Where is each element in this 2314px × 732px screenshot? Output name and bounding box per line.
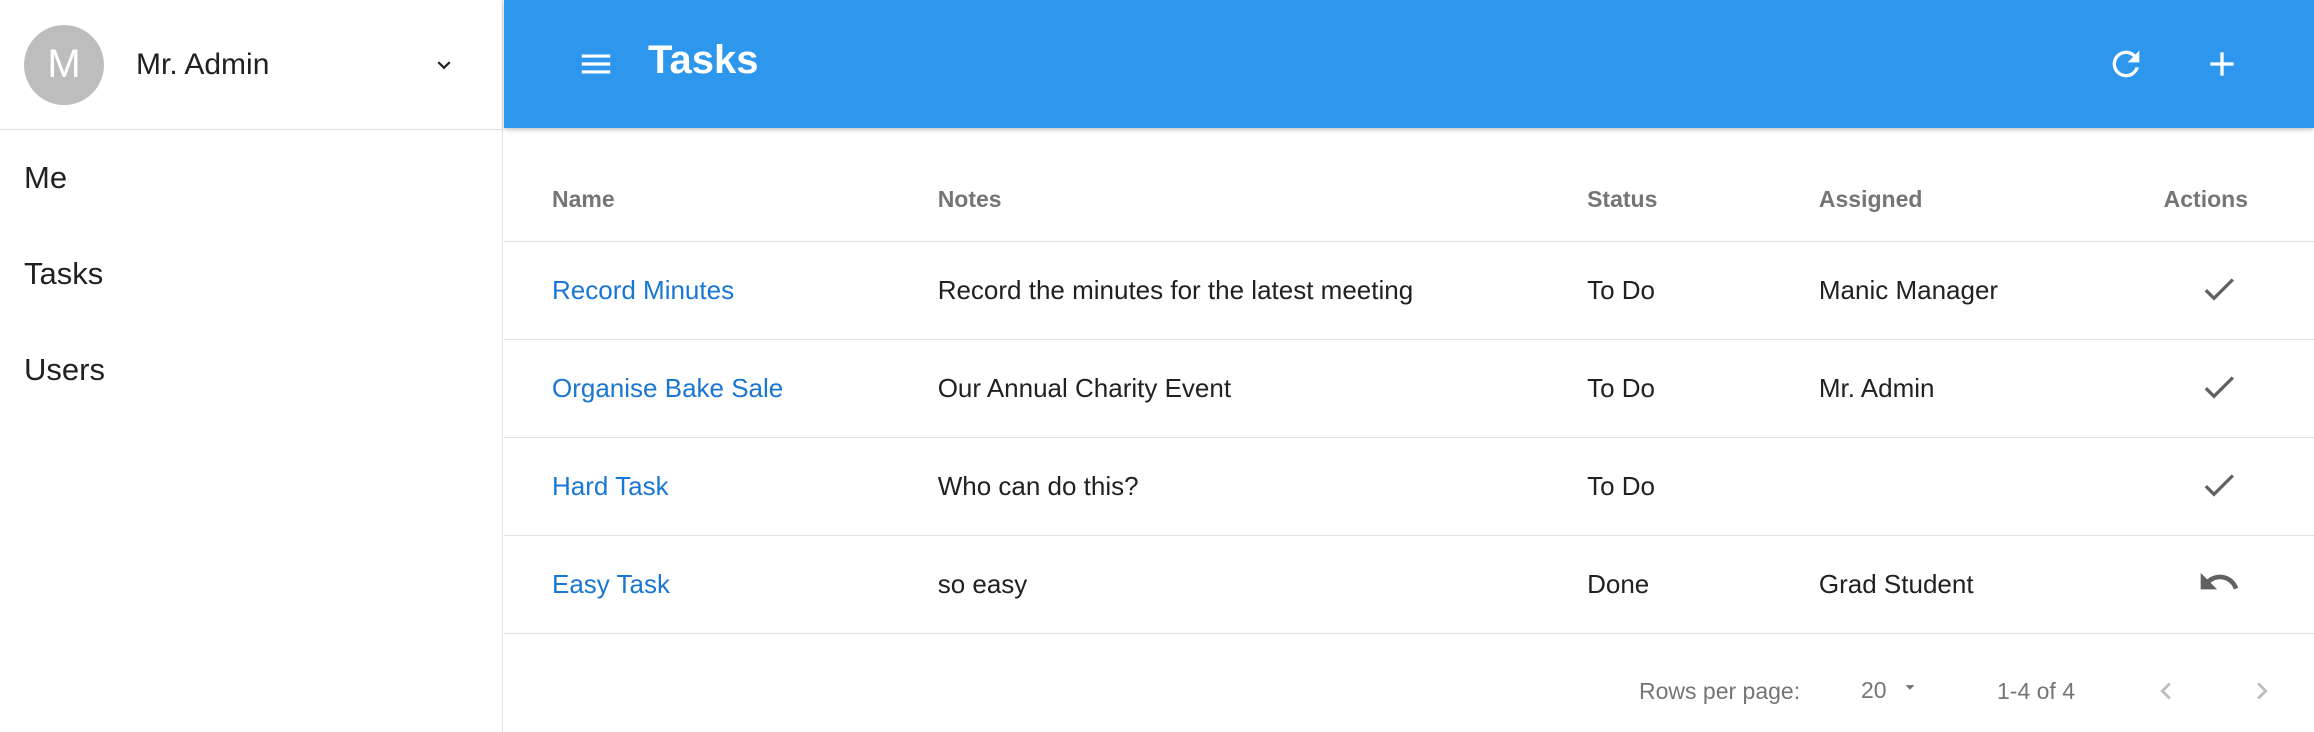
main-content: Tasks Name Notes Status Assigned Actions (504, 0, 2314, 732)
task-name-cell: Easy Task (504, 535, 938, 634)
menu-icon[interactable] (576, 44, 616, 84)
check-icon[interactable] (2195, 265, 2243, 313)
task-actions-cell (2163, 437, 2314, 536)
task-assigned-cell: Grad Student (1818, 535, 2164, 634)
task-name-link[interactable]: Hard Task (552, 471, 669, 501)
task-notes-cell: Who can do this? (937, 437, 1588, 536)
table-row: Hard Task Who can do this? To Do (504, 437, 2314, 536)
task-name-link[interactable]: Record Minutes (552, 275, 734, 305)
table-pagination: Rows per page: 20 1-4 of 4 (504, 633, 2314, 732)
task-actions-cell (2163, 339, 2314, 438)
task-name-link[interactable]: Easy Task (552, 569, 670, 599)
sidebar-item-users[interactable]: Users (0, 322, 502, 418)
task-name-cell: Record Minutes (504, 241, 938, 340)
app: M Mr. Admin Me Tasks Users Tasks Name No… (0, 0, 2314, 732)
task-status-cell: To Do (1587, 339, 1819, 438)
refresh-icon[interactable] (2102, 40, 2150, 88)
caret-down-icon (1899, 676, 1921, 704)
page-title: Tasks (648, 38, 759, 82)
column-header-notes[interactable]: Notes (937, 128, 1588, 242)
task-assigned-cell: Manic Manager (1818, 241, 2164, 340)
table-row: Easy Task so easy Done Grad Student (504, 535, 2314, 634)
table-row: Record Minutes Record the minutes for th… (504, 241, 2314, 340)
task-status-cell: Done (1587, 535, 1819, 634)
sidebar-item-label: Me (24, 160, 68, 195)
task-notes-cell: so easy (937, 535, 1588, 634)
column-header-status[interactable]: Status (1587, 128, 1819, 242)
task-actions-cell (2163, 241, 2314, 340)
avatar: M (24, 24, 104, 105)
check-icon[interactable] (2195, 363, 2243, 411)
task-actions-cell (2163, 535, 2314, 634)
rows-per-page-select[interactable]: 20 (1861, 674, 1921, 706)
task-name-link[interactable]: Organise Bake Sale (552, 373, 783, 403)
table-header-row: Name Notes Status Assigned Actions (504, 128, 2314, 242)
task-assigned-cell (1818, 437, 2164, 536)
table-row: Organise Bake Sale Our Annual Charity Ev… (504, 339, 2314, 438)
tasks-table: Name Notes Status Assigned Actions Recor… (504, 128, 2314, 634)
column-header-actions: Actions (2163, 128, 2314, 242)
sidebar-item-tasks[interactable]: Tasks (0, 226, 502, 322)
task-status-cell: To Do (1587, 437, 1819, 536)
task-status-cell: To Do (1587, 241, 1819, 340)
task-notes-cell: Our Annual Charity Event (937, 339, 1588, 438)
task-name-cell: Hard Task (504, 437, 938, 536)
add-icon[interactable] (2198, 40, 2246, 88)
task-assigned-cell: Mr. Admin (1818, 339, 2164, 438)
chevron-right-icon[interactable] (2242, 671, 2282, 711)
rows-per-page-label: Rows per page: (1639, 678, 1801, 704)
sidebar-nav: Me Tasks Users (0, 130, 502, 418)
task-name-cell: Organise Bake Sale (504, 339, 938, 438)
chevron-down-icon[interactable] (428, 49, 460, 81)
sidebar: M Mr. Admin Me Tasks Users (0, 0, 503, 732)
user-name: Mr. Admin (136, 47, 270, 81)
column-header-name[interactable]: Name (504, 128, 938, 242)
undo-icon[interactable] (2195, 558, 2243, 606)
user-header: M Mr. Admin (0, 0, 502, 130)
task-notes-cell: Record the minutes for the latest meetin… (937, 241, 1588, 340)
sidebar-item-label: Users (24, 352, 105, 387)
column-header-assigned[interactable]: Assigned (1818, 128, 2164, 242)
app-bar: Tasks (504, 0, 2314, 128)
page-range: 1-4 of 4 (1997, 678, 2075, 704)
sidebar-item-me[interactable]: Me (0, 130, 502, 226)
rows-per-page-value: 20 (1861, 676, 1887, 703)
check-icon[interactable] (2195, 461, 2243, 509)
sidebar-item-label: Tasks (24, 256, 104, 291)
chevron-left-icon[interactable] (2146, 671, 2186, 711)
